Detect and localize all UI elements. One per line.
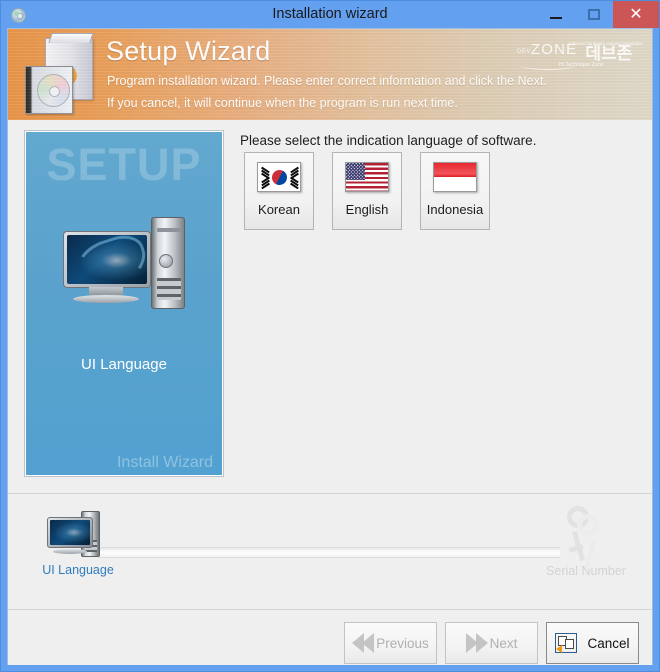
language-label-indonesia: Indonesia [426,202,484,217]
language-prompt: Please select the indication language of… [240,133,537,148]
banner-description-line-1: Program installation wizard. Please ente… [107,74,547,88]
previous-button[interactable]: Previous [344,622,437,664]
previous-button-label: Previous [376,635,429,651]
step-ui-language: UI Language [18,509,138,577]
header-banner: Setup Wizard Program installation wizard… [8,29,652,120]
window-controls: ✕ [537,1,659,28]
brand-tags: software hardware exports translation [567,41,643,46]
button-bar: Previous Next Cancel [8,609,652,667]
brand-subtitle: Hi Technique Zone [559,62,605,68]
progress-steps: UI Language Serial Number [8,493,652,608]
brand-dev-text: dev [517,46,531,55]
software-box-cd-icon [25,36,101,116]
maximize-button[interactable] [575,1,613,28]
double-arrow-right-icon [465,633,488,653]
language-button-korean[interactable]: Korean [244,152,314,230]
cascade-windows-icon [555,633,578,653]
desktop-computer-icon [47,509,109,559]
keys-icon [555,506,617,560]
flag-korea-icon [257,162,301,192]
title-bar[interactable]: Installation wizard ✕ [1,1,659,28]
minimize-button[interactable] [537,1,575,28]
language-label-korean: Korean [258,202,300,217]
next-button[interactable]: Next [445,622,538,664]
cancel-button-label: Cancel [587,635,630,651]
cancel-button[interactable]: Cancel [546,622,639,664]
content-area: SETUP UI Language Install Wizard Please … [8,120,652,520]
step-label-ui-language: UI Language [42,563,114,577]
flag-indonesia-icon [433,162,477,192]
close-icon: ✕ [629,5,643,23]
banner-title: Setup Wizard [106,36,271,66]
navigation-buttons: Previous Next Cancel [336,622,639,664]
double-arrow-left-icon [352,633,375,653]
desktop-computer-icon [63,217,185,315]
setup-illustration-panel: SETUP UI Language Install Wizard [24,130,224,477]
panel-step-label: UI Language [81,356,167,373]
step-serial-number: Serial Number [526,506,646,578]
setup-watermark: SETUP [46,139,202,190]
progress-track [98,547,560,558]
maximize-icon [588,9,600,20]
flag-usa-icon [345,162,389,192]
language-button-indonesia[interactable]: Indonesia [420,152,490,230]
language-button-english[interactable]: English [332,152,402,230]
next-button-label: Next [489,635,518,651]
installation-wizard-window: Installation wizard ✕ Setup Wizard Progr… [0,0,660,672]
language-button-group: Korean English Indonesia [244,152,490,230]
banner-description-line-2: If you cancel, it will continue when the… [107,96,458,110]
client-area: Setup Wizard Program installation wizard… [7,28,653,667]
language-label-english: English [345,202,389,217]
close-button[interactable]: ✕ [613,1,659,28]
minimize-icon [550,16,562,19]
devzone-logo: dev ZONE 데브존 Hi Technique Zone software … [517,37,643,71]
window-footer-strip [7,665,655,671]
window-cd-disc-icon [11,7,27,24]
panel-footer-text: Install Wizard [116,454,213,471]
